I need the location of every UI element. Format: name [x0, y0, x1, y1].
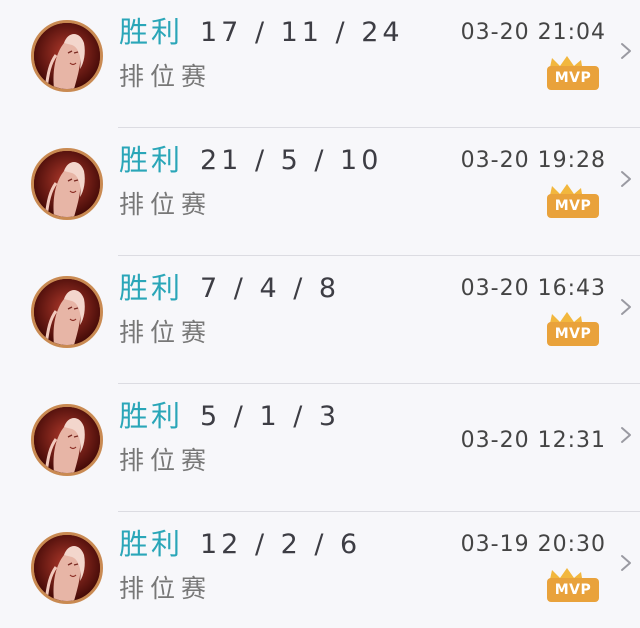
match-time: 03-19 20:30 — [460, 532, 606, 557]
match-row[interactable]: 胜利 5 / 1 / 3 排位赛 03-20 12:31 — [0, 384, 640, 512]
match-row[interactable]: 胜利 21 / 5 / 10 排位赛 03-20 19:28 MVP — [0, 128, 640, 256]
hero-portrait-icon — [31, 20, 103, 92]
match-time: 03-20 12:31 — [460, 428, 606, 453]
kda-score: 21 / 5 / 10 — [200, 145, 383, 176]
chevron-right-icon[interactable] — [620, 426, 632, 444]
mvp-badge: MVP — [545, 310, 601, 350]
kda-score: 17 / 11 / 24 — [200, 17, 404, 48]
mvp-label: MVP — [547, 322, 599, 346]
match-history-list: 胜利 17 / 11 / 24 排位赛 03-20 21:04 MVP 胜利 2… — [0, 0, 640, 628]
match-time: 03-20 16:43 — [460, 276, 606, 301]
match-time: 03-20 21:04 — [460, 20, 606, 45]
game-mode: 排位赛 — [119, 318, 213, 347]
mvp-label: MVP — [547, 578, 599, 602]
game-mode: 排位赛 — [119, 574, 213, 603]
match-result: 胜利 — [119, 271, 184, 305]
chevron-right-icon[interactable] — [620, 42, 632, 60]
mvp-badge: MVP — [545, 54, 601, 94]
match-row[interactable]: 胜利 17 / 11 / 24 排位赛 03-20 21:04 MVP — [0, 0, 640, 128]
kda-score: 5 / 1 / 3 — [200, 401, 341, 432]
chevron-right-icon[interactable] — [620, 298, 632, 316]
kda-score: 7 / 4 / 8 — [200, 273, 341, 304]
game-mode: 排位赛 — [119, 62, 213, 91]
match-row[interactable]: 胜利 12 / 2 / 6 排位赛 03-19 20:30 MVP — [0, 512, 640, 628]
chevron-right-icon[interactable] — [620, 170, 632, 188]
chevron-right-icon[interactable] — [620, 554, 632, 572]
game-mode: 排位赛 — [119, 190, 213, 219]
mvp-badge: MVP — [545, 566, 601, 606]
game-mode: 排位赛 — [119, 446, 213, 475]
hero-portrait-icon — [31, 276, 103, 348]
match-row[interactable]: 胜利 7 / 4 / 8 排位赛 03-20 16:43 MVP — [0, 256, 640, 384]
match-time: 03-20 19:28 — [460, 148, 606, 173]
mvp-label: MVP — [547, 194, 599, 218]
match-result: 胜利 — [119, 15, 184, 49]
match-result: 胜利 — [119, 399, 184, 433]
kda-score: 12 / 2 / 6 — [200, 529, 362, 560]
mvp-label: MVP — [547, 66, 599, 90]
mvp-badge: MVP — [545, 182, 601, 222]
hero-portrait-icon — [31, 404, 103, 476]
hero-portrait-icon — [31, 148, 103, 220]
match-result: 胜利 — [119, 143, 184, 177]
match-result: 胜利 — [119, 527, 184, 561]
hero-portrait-icon — [31, 532, 103, 604]
